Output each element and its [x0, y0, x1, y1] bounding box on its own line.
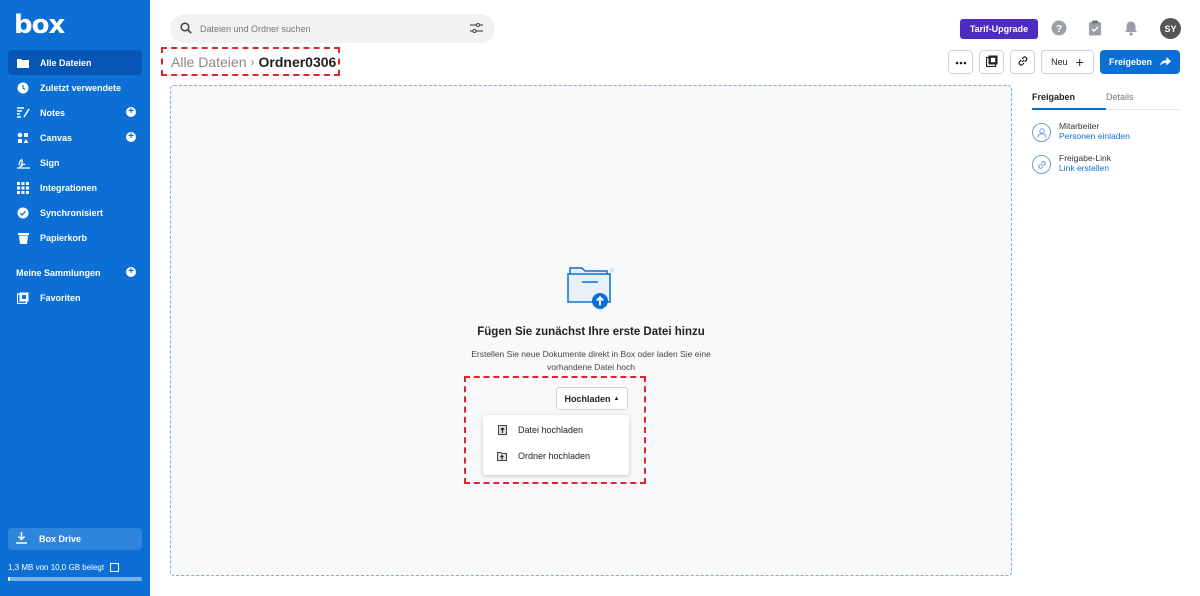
clock-icon	[16, 81, 30, 95]
collections-header[interactable]: Meine Sammlungen +	[8, 260, 142, 285]
collections-label: Meine Sammlungen	[16, 267, 101, 278]
sidebar-item-label: Favoriten	[40, 292, 81, 303]
file-upload-icon	[497, 425, 507, 435]
sidebar-item-label: Notes	[40, 107, 66, 118]
upload-button-label: Hochladen	[564, 393, 611, 404]
sidebar: box Alle Dateien Zuletzt verwendete Note…	[0, 0, 150, 596]
sidebar-item-label: Sign	[40, 157, 60, 168]
collections-button[interactable]	[979, 50, 1004, 74]
empty-state-description: Erstellen Sie neue Dokumente direkt in B…	[471, 349, 711, 372]
upload-highlight: Hochladen ▲ Datei hochladen Ordner hochl…	[464, 376, 646, 484]
sidebar-item-integrations[interactable]: Integrationen	[8, 175, 142, 200]
menu-item-label: Ordner hochladen	[518, 451, 591, 461]
external-link-icon[interactable]	[110, 563, 120, 572]
search-input[interactable]: Dateien und Ordner suchen	[170, 14, 495, 43]
new-button-label: Neu	[1051, 57, 1068, 67]
tab-details[interactable]: Details	[1106, 92, 1134, 102]
sidebar-item-favorites[interactable]: Favoriten	[8, 285, 142, 310]
more-icon	[955, 57, 967, 67]
copy-link-button[interactable]	[1010, 50, 1035, 74]
sidebar-item-label: Canvas	[40, 132, 73, 143]
check-circle-icon	[16, 206, 30, 220]
person-icon	[1032, 123, 1051, 142]
signature-icon	[16, 156, 30, 170]
add-collection-icon[interactable]: +	[126, 267, 136, 277]
menu-item-upload-folder[interactable]: Ordner hochladen	[483, 445, 629, 467]
shared-link-section: Freigabe-Link Link erstellen	[1032, 153, 1180, 179]
chevron-right-icon: ›	[250, 54, 255, 69]
sidebar-item-label: Alle Dateien	[40, 57, 92, 68]
add-canvas-icon[interactable]: +	[126, 132, 136, 142]
sidebar-item-notes[interactable]: Notes +	[8, 100, 142, 125]
sidebar-item-label: Papierkorb	[40, 232, 88, 243]
sidebar-item-label: Synchronisiert	[40, 207, 104, 218]
share-arrow-icon	[1160, 56, 1171, 68]
notifications-bell-icon[interactable]	[1122, 19, 1140, 37]
avatar[interactable]: SY	[1160, 18, 1181, 39]
share-button[interactable]: Freigeben	[1100, 50, 1180, 74]
breadcrumb-parent[interactable]: Alle Dateien	[171, 54, 247, 70]
link-icon	[1017, 55, 1029, 69]
notes-icon	[16, 106, 30, 120]
shared-link-title: Freigabe-Link	[1059, 153, 1111, 163]
more-options-button[interactable]	[948, 50, 973, 74]
storage-progress-fill	[8, 577, 10, 581]
active-tab-indicator	[1032, 108, 1106, 110]
empty-state-title: Fügen Sie zunächst Ihre erste Datei hinz…	[477, 326, 705, 338]
collection-icon	[985, 55, 998, 69]
breadcrumb: Alle Dateien › Ordner0306	[161, 47, 340, 76]
folder-upload-icon	[497, 451, 507, 461]
filter-icon[interactable]	[470, 22, 483, 35]
tasks-icon[interactable]	[1086, 19, 1104, 37]
folder-icon	[16, 56, 30, 70]
breadcrumb-current: Ordner0306	[258, 53, 337, 70]
invite-people-link[interactable]: Personen einladen	[1059, 131, 1130, 141]
caret-up-icon: ▲	[613, 395, 620, 402]
sidebar-item-sign[interactable]: Sign	[8, 150, 142, 175]
upload-drop-zone[interactable]: Fügen Sie zunächst Ihre erste Datei hinz…	[170, 85, 1012, 576]
sidebar-item-canvas[interactable]: Canvas +	[8, 125, 142, 150]
storage-text: 1,3 MB von 10,0 GB belegt	[8, 563, 105, 572]
collection-icon	[16, 291, 30, 305]
search-icon	[180, 21, 192, 36]
sidebar-nav: Alle Dateien Zuletzt verwendete Notes + …	[8, 50, 142, 310]
add-note-icon[interactable]: +	[126, 107, 136, 117]
grid-icon	[16, 181, 30, 195]
menu-item-upload-file[interactable]: Datei hochladen	[483, 419, 629, 441]
search-placeholder: Dateien und Ordner suchen	[200, 23, 311, 34]
sidebar-item-trash[interactable]: Papierkorb	[8, 225, 142, 250]
create-link-link[interactable]: Link erstellen	[1059, 163, 1111, 173]
tab-sharing[interactable]: Freigaben	[1032, 92, 1075, 102]
box-drive-button[interactable]: Box Drive	[8, 528, 142, 550]
plus-icon: +	[1075, 54, 1084, 70]
sidebar-item-label: Zuletzt verwendete	[40, 82, 122, 93]
collaborators-section: Mitarbeiter Personen einladen	[1032, 121, 1180, 147]
new-button[interactable]: Neu +	[1041, 50, 1094, 74]
collaborators-title: Mitarbeiter	[1059, 121, 1100, 131]
box-logo[interactable]: box	[14, 10, 65, 40]
upload-button[interactable]: Hochladen ▲	[556, 387, 628, 410]
sidebar-item-label: Integrationen	[40, 182, 98, 193]
canvas-icon	[16, 131, 30, 145]
help-icon[interactable]: ?	[1050, 19, 1068, 37]
upload-menu: Datei hochladen Ordner hochladen	[483, 415, 629, 475]
svg-text:?: ?	[1056, 24, 1062, 35]
trash-icon	[16, 231, 30, 245]
menu-item-label: Datei hochladen	[518, 425, 584, 435]
sidebar-item-all-files[interactable]: Alle Dateien	[8, 50, 142, 75]
download-icon	[16, 532, 27, 546]
storage-progress	[8, 577, 142, 581]
link-icon	[1032, 155, 1051, 174]
box-drive-label: Box Drive	[39, 534, 82, 544]
share-button-label: Freigeben	[1108, 57, 1152, 67]
upgrade-button[interactable]: Tarif-Upgrade	[960, 19, 1038, 39]
storage-info: 1,3 MB von 10,0 GB belegt	[8, 563, 120, 572]
sidebar-item-recent[interactable]: Zuletzt verwendete	[8, 75, 142, 100]
right-panel-tabs: Freigaben Details	[1032, 86, 1180, 110]
sidebar-item-synced[interactable]: Synchronisiert	[8, 200, 142, 225]
folder-upload-illustration-icon	[566, 264, 618, 319]
